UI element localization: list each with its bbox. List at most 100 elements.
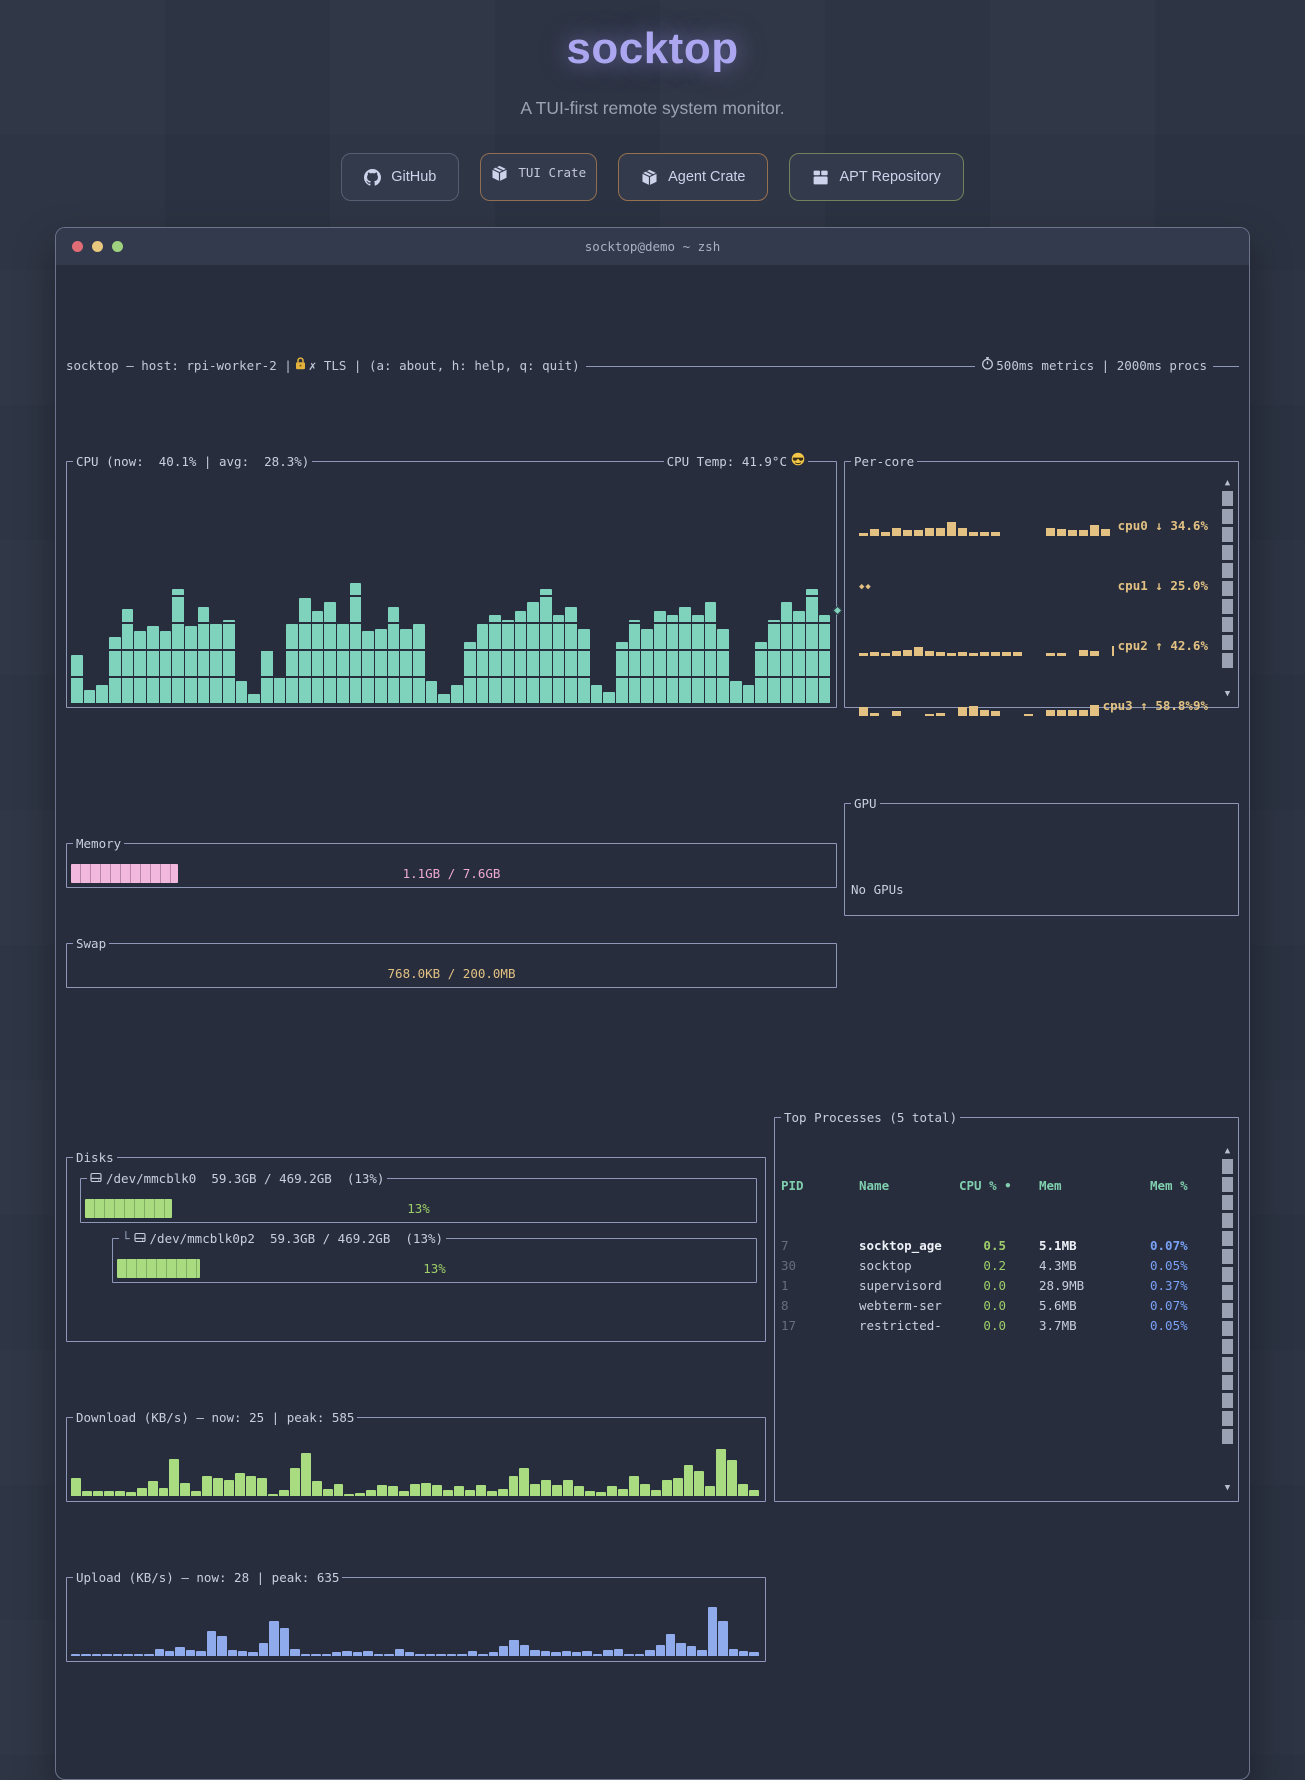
percore-panel: Per-core cpu0 ↓ 34.6% ◆◆ cpu1 ↓ 25.0% cp… [844,461,1239,708]
maximize-window-button[interactable] [112,241,123,252]
minimize-window-button[interactable] [92,241,103,252]
github-button[interactable]: GitHub [341,153,459,201]
percore-row-cpu2: cpu2 ↑ 42.6% [851,636,1208,656]
memory-panel-title: Memory [73,834,124,854]
arrow-up-icon: ↑ [1140,698,1148,713]
cpu-panel-title: CPU (now: 40.1% | avg: 28.3%) [73,452,312,472]
download-panel: Download (KB/s) — now: 25 | peak: 585 [66,1417,766,1502]
scroll-down-icon[interactable]: ▼ [1225,1483,1230,1493]
table-row: 7socktop_age0.55.1MB0.07% [781,1236,1214,1256]
cpu0-sparkline [851,518,1114,536]
disk-mmcblk0p2-text: /dev/mmcblk0p2 59.3GB / 469.2GB (13%) [150,1229,444,1249]
cell-mem: 5.6MB [1006,1296,1150,1316]
terminal-window: socktop@demo ~ zsh socktop — host: rpi-w… [55,227,1250,1780]
cpu0-label: cpu0 ↓ 34.6% [1118,516,1208,536]
top-processes-title: Top Processes (5 total) [781,1108,960,1128]
process-scrollbar[interactable]: ▲ ▼ [1222,1146,1233,1493]
col-header-mem[interactable]: Mem [1039,1176,1150,1196]
sunglasses-emoji-icon [791,452,805,472]
download-chart [71,1436,760,1496]
upload-panel: Upload (KB/s) — now: 28 | peak: 635 [66,1577,766,1662]
page-title: socktop [0,24,1305,74]
percore-scroll-thumb[interactable] [1222,491,1233,686]
disk-mmcblk0-text: /dev/mmcblk0 59.3GB / 469.2GB (13%) [106,1169,384,1189]
col-header-cpu[interactable]: CPU % • [959,1176,1039,1196]
swap-gauge: 768.0KB / 200.0MB [71,964,832,983]
disk-mmcblk0-gauge: 13% [85,1199,752,1218]
upload-chart [71,1596,760,1656]
process-rows: 7socktop_age0.55.1MB0.07%30socktop0.24.3… [781,1236,1214,1336]
github-button-label: GitHub [391,169,436,185]
package-icon [812,169,829,186]
percore-panel-title: Per-core [851,452,917,472]
status-rule-end [1213,366,1239,367]
cpu-temp-text: CPU Temp: 41.9°C [667,452,787,472]
gpu-panel-title: GPU [851,794,880,814]
col-header-pid: PID [781,1176,859,1196]
cpu-history-chart [71,484,831,703]
cell-memp: 0.05% [1150,1256,1214,1276]
cell-pid: 30 [781,1256,859,1276]
scroll-down-icon[interactable]: ▼ [1225,689,1230,699]
cpu1-sparkline: ◆◆ [851,578,1114,596]
cell-mem: 5.1MB [1006,1236,1150,1256]
cell-pid: 8 [781,1296,859,1316]
cell-name: supervisord [859,1276,959,1296]
close-window-button[interactable] [72,241,83,252]
tui-crate-button[interactable]: TUI Crate [480,153,597,201]
cell-pid: 7 [781,1236,859,1256]
tls-keys-text: ✗ TLS | (a: about, h: help, q: quit) [309,356,580,376]
host-status-text: socktop — host: rpi-worker-2 | [66,356,292,376]
percore-scrollbar[interactable]: ▲ ▼ [1222,478,1233,699]
cell-pid: 17 [781,1316,859,1336]
percore-rows: cpu0 ↓ 34.6% ◆◆ cpu1 ↓ 25.0% cpu2 ↑ 42.6… [851,476,1208,756]
disk-mmcblk0-gauge-label: 13% [85,1199,752,1218]
cell-memp: 0.37% [1150,1276,1214,1296]
cpu-temp-title: CPU Temp: 41.9°C [664,452,808,472]
github-icon [364,169,381,186]
cell-memp: 0.05% [1150,1316,1214,1336]
cell-cpu: 0.5 [959,1236,1006,1256]
apt-repository-button-label: APT Repository [839,169,940,185]
scroll-up-icon[interactable]: ▲ [1225,478,1230,488]
tui-crate-button-label: TUI Crate [518,163,586,183]
sparkline-markers: ◆◆ [859,578,872,596]
tui-statusbar: socktop — host: rpi-worker-2 | ✗ TLS | (… [66,355,1239,377]
swap-panel-title: Swap [73,934,109,954]
cell-mem: 28.9MB [1006,1276,1150,1296]
cpu3-label: cpu3 ↑ 58.8%9% [1103,696,1208,716]
agent-crate-button[interactable]: Agent Crate [618,153,768,201]
cpu1-label: cpu1 ↓ 25.0% [1118,576,1208,596]
cpu2-label: cpu2 ↑ 42.6% [1118,636,1208,656]
page-subtitle: A TUI-first remote system monitor. [0,98,1305,119]
disks-panel-title: Disks [73,1148,117,1168]
apt-repository-button[interactable]: APT Repository [789,153,963,201]
disk-mmcblk0p2-title: └ /dev/mmcblk0p2 59.3GB / 469.2GB (13%) [119,1229,446,1249]
cell-name: restricted- [859,1316,959,1336]
cell-cpu: 0.2 [959,1256,1006,1276]
swap-gauge-label: 768.0KB / 200.0MB [71,964,832,983]
arrow-down-icon: ↓ [1155,518,1163,533]
col-header-memp[interactable]: Mem % [1150,1176,1214,1196]
gpu-panel: GPU No GPUs [844,803,1239,916]
table-row: 8webterm-ser0.05.6MB0.07% [781,1296,1214,1316]
table-row: 1supervisord0.028.9MB0.37% [781,1276,1214,1296]
disk-mmcblk0-title: /dev/mmcblk0 59.3GB / 469.2GB (13%) [87,1169,387,1189]
disks-panel: Disks /dev/mmcblk0 59.3GB / 469.2GB (13%… [66,1157,766,1342]
percore-row-cpu3: cpu3 ↑ 58.8%9% [851,696,1208,716]
tui-content: socktop — host: rpi-worker-2 | ✗ TLS | (… [56,266,1249,1779]
gpu-status-text: No GPUs [845,864,1238,900]
scroll-up-icon[interactable]: ▲ [1225,1146,1230,1156]
process-scroll-thumb[interactable] [1222,1159,1233,1480]
cpu-current-marker [833,605,843,615]
percore-row-cpu1: ◆◆ cpu1 ↓ 25.0% [851,576,1208,596]
cell-cpu: 0.0 [959,1276,1006,1296]
memory-gauge: 1.1GB / 7.6GB [71,864,832,883]
disk-mmcblk0p2-gauge: 13% [117,1259,752,1278]
cell-name: socktop [859,1256,959,1276]
tree-branch-glyph: └ [122,1229,130,1249]
refresh-rates-text: 500ms metrics | 2000ms procs [996,356,1207,376]
disk-mmcblk0p2-panel: └ /dev/mmcblk0p2 59.3GB / 469.2GB (13%) … [112,1238,757,1283]
traffic-lights [72,241,123,252]
process-table-header: PID Name CPU % • Mem Mem % [781,1176,1214,1196]
